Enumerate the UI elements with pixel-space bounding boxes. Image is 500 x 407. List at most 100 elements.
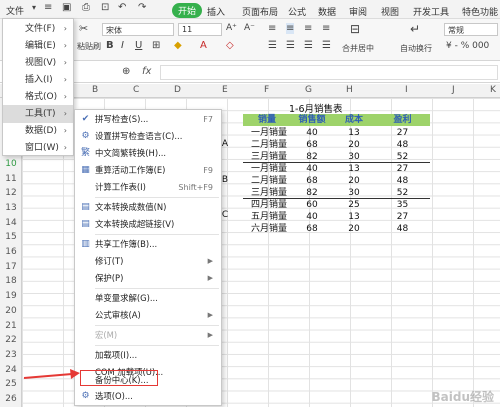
- menu-item-file[interactable]: 文件(F) ›: [3, 20, 73, 38]
- tab-insert[interactable]: 插入: [207, 5, 225, 18]
- column-header[interactable]: D: [174, 85, 181, 95]
- file-menu-button[interactable]: 文件: [6, 4, 24, 17]
- formula-input[interactable]: [160, 65, 498, 80]
- row-header[interactable]: 22: [0, 335, 22, 345]
- menu-item-options[interactable]: ⚙ 选项(O)...: [75, 388, 221, 405]
- table-title: 1-6月销售表: [289, 104, 343, 115]
- save-icon[interactable]: ▣: [62, 2, 71, 13]
- tab-data[interactable]: 数据: [318, 5, 336, 18]
- align-left-icon-2[interactable]: ☰: [268, 40, 277, 51]
- font-color-icon[interactable]: A: [200, 40, 207, 51]
- redo-icon[interactable]: ↷: [138, 2, 146, 13]
- menu-item-edit[interactable]: 编辑(E) ›: [3, 37, 73, 55]
- table-cell-cost: 20: [348, 140, 360, 150]
- align-bottom-icon[interactable]: ≡: [304, 23, 312, 34]
- row-header[interactable]: 18: [0, 276, 22, 286]
- bold-icon[interactable]: B: [106, 40, 114, 51]
- column-header[interactable]: H: [346, 85, 353, 95]
- undo-icon[interactable]: ↶: [118, 2, 126, 13]
- row-header[interactable]: 14: [0, 218, 22, 228]
- menu-item-share-workbook[interactable]: ▥ 共享工作簿(B)...: [75, 236, 221, 253]
- table-cell-label: 二月销量: [250, 176, 287, 186]
- chevron-down-icon[interactable]: ▾: [32, 3, 36, 12]
- menu-item-view[interactable]: 视图(V) ›: [3, 54, 73, 72]
- menu-item-calc-sheet[interactable]: 计算工作表(I) Shift+F9: [75, 179, 221, 196]
- print-icon[interactable]: ⎙: [82, 2, 90, 13]
- hamburger-icon[interactable]: ≡: [44, 2, 52, 13]
- column-header[interactable]: E: [222, 85, 228, 95]
- row-header[interactable]: 20: [0, 306, 22, 316]
- merge-center-icon[interactable]: ⊟: [350, 22, 360, 36]
- tab-special[interactable]: 特色功能: [462, 5, 498, 18]
- menu-item-chinese-convert[interactable]: 繁中文简繁转换(H)...: [75, 145, 221, 162]
- format-painter-label[interactable]: 粘贴刷: [77, 41, 101, 52]
- magnifier-icon[interactable]: ⊕: [122, 66, 130, 77]
- align-center-icon[interactable]: ☰: [286, 40, 295, 51]
- wrap-text-label[interactable]: 自动换行: [400, 43, 432, 54]
- row-header[interactable]: 15: [0, 232, 22, 242]
- clear-format-icon[interactable]: ◇: [226, 40, 234, 51]
- menu-item-insert[interactable]: 插入(I) ›: [3, 71, 73, 89]
- column-header[interactable]: F: [264, 85, 269, 95]
- preview-icon[interactable]: ⊡: [101, 2, 109, 13]
- fx-icon[interactable]: fx: [142, 66, 151, 77]
- row-header[interactable]: 11: [0, 174, 22, 184]
- menu-item-spell-language[interactable]: ⚙ 设置拼写检查语言(C)...: [75, 128, 221, 145]
- tab-review[interactable]: 审阅: [349, 5, 367, 18]
- font-name-select[interactable]: 宋体: [102, 23, 174, 36]
- cut-icon[interactable]: ✂: [79, 22, 88, 35]
- menu-item-text-to-number[interactable]: ▤ 文本转换成数值(N): [75, 199, 221, 216]
- menu-item-spell-check[interactable]: ✔ 拼写检查(S)... F7: [75, 111, 221, 128]
- number-format-select[interactable]: 常规: [444, 23, 498, 36]
- menu-item-goal-seek[interactable]: 单变量求解(G)...: [75, 290, 221, 307]
- justify-icon[interactable]: ☰: [322, 40, 331, 51]
- menu-item-protect[interactable]: 保护(P) ▶: [75, 270, 221, 287]
- column-header[interactable]: I: [405, 85, 408, 95]
- row-header[interactable]: 24: [0, 365, 22, 375]
- menu-item-revisions[interactable]: 修订(T) ▶: [75, 253, 221, 270]
- menu-item-window[interactable]: 窗口(W) ›: [3, 139, 73, 157]
- column-header[interactable]: C: [133, 85, 139, 95]
- menu-item-data[interactable]: 数据(D) ›: [3, 122, 73, 140]
- column-header[interactable]: G: [305, 85, 312, 95]
- fill-color-icon[interactable]: ◆: [174, 40, 182, 51]
- menu-item-tools[interactable]: 工具(T) ›: [3, 105, 73, 123]
- tab-home[interactable]: 开始: [172, 3, 203, 18]
- row-header[interactable]: 16: [0, 247, 22, 257]
- font-grow-icon[interactable]: A⁺: [226, 23, 237, 33]
- tab-page-layout[interactable]: 页面布局: [242, 5, 278, 18]
- menu-item-format[interactable]: 格式(O) ›: [3, 88, 73, 106]
- font-shrink-icon[interactable]: A⁻: [244, 23, 255, 33]
- wrap-text-icon[interactable]: ↵: [410, 22, 420, 36]
- italic-icon[interactable]: I: [121, 40, 124, 51]
- row-header[interactable]: 12: [0, 188, 22, 198]
- row-header[interactable]: 23: [0, 350, 22, 360]
- underline-icon[interactable]: U: [135, 40, 142, 51]
- menu-item-addins[interactable]: 加载项(I)...: [75, 347, 221, 364]
- table-cell-sales: 60: [306, 200, 318, 210]
- row-header[interactable]: 26: [0, 394, 22, 404]
- row-header[interactable]: 21: [0, 321, 22, 331]
- column-header[interactable]: J: [452, 85, 455, 95]
- border-icon[interactable]: ⊞: [152, 40, 160, 51]
- align-left-icon[interactable]: ≡: [322, 23, 330, 34]
- tab-view[interactable]: 视图: [381, 5, 399, 18]
- menu-item-formula-audit[interactable]: 公式审核(A) ▶: [75, 307, 221, 324]
- tab-developer[interactable]: 开发工具: [413, 5, 449, 18]
- row-header[interactable]: 13: [0, 203, 22, 213]
- align-right-icon[interactable]: ☰: [304, 40, 313, 51]
- menu-item-text-to-link[interactable]: ▤ 文本转换成超链接(V): [75, 216, 221, 233]
- merge-center-label[interactable]: 合并居中: [342, 43, 374, 54]
- column-header[interactable]: K: [490, 85, 496, 95]
- row-header[interactable]: 10: [0, 159, 22, 169]
- font-size-select[interactable]: 11: [178, 23, 222, 36]
- menu-item-recalc-workbook[interactable]: ▦ 重算活动工作簿(E) F9: [75, 162, 221, 179]
- currency-format-row[interactable]: ¥ - % 000: [446, 41, 489, 51]
- row-header[interactable]: 25: [0, 379, 22, 389]
- row-header[interactable]: 17: [0, 262, 22, 272]
- align-middle-icon[interactable]: ≡: [286, 23, 295, 34]
- align-top-icon[interactable]: ≡: [268, 23, 276, 34]
- column-header[interactable]: B: [92, 85, 98, 95]
- tab-formulas[interactable]: 公式: [288, 5, 306, 18]
- row-header[interactable]: 19: [0, 291, 22, 301]
